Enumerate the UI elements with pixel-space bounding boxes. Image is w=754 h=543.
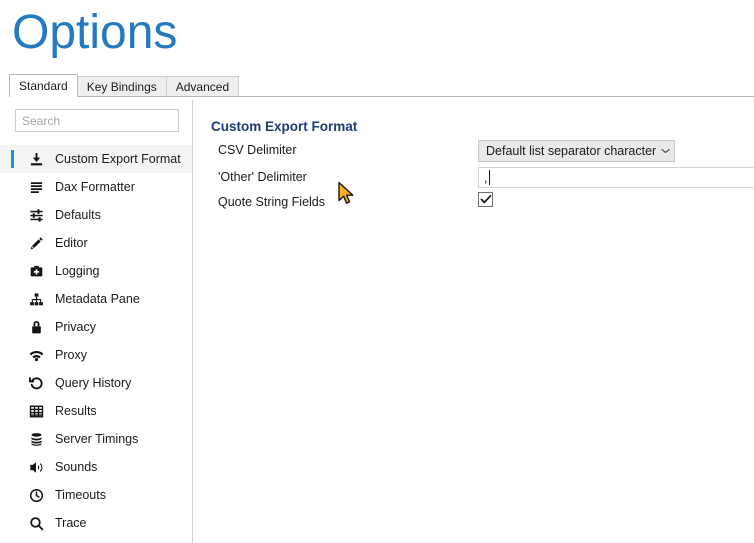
sidebar-item-label: Timeouts — [55, 488, 106, 502]
sidebar-nav-list: Custom Export Format Dax Formatter Defau… — [0, 145, 192, 537]
csv-delimiter-value: Default list separator character — [486, 144, 657, 158]
pencil-icon — [26, 234, 46, 252]
sidebar-item-defaults[interactable]: Defaults — [0, 201, 192, 229]
content-pane: Custom Export Format CSV Delimiter Defau… — [193, 97, 754, 543]
chevron-down-icon — [656, 148, 674, 154]
sidebar-item-label: Defaults — [55, 208, 101, 222]
tab-strip: Standard Key Bindings Advanced — [9, 74, 240, 97]
page-title: Options — [12, 6, 178, 59]
sidebar-item-label: Dax Formatter — [55, 180, 135, 194]
sidebar-item-trace[interactable]: Trace — [0, 509, 192, 537]
export-icon — [26, 150, 46, 168]
sidebar-item-custom-export-format[interactable]: Custom Export Format — [0, 145, 192, 173]
tab-advanced[interactable]: Advanced — [165, 76, 240, 97]
options-window: Options Standard Key Bindings Advanced C… — [0, 0, 754, 543]
magnifier-icon — [26, 514, 46, 532]
sidebar-item-label: Logging — [55, 264, 100, 278]
clock-icon — [26, 486, 46, 504]
csv-delimiter-combobox[interactable]: Default list separator character — [478, 140, 675, 162]
tab-active-underline-gap — [10, 96, 71, 97]
speaker-icon — [26, 458, 46, 476]
search-input[interactable] — [15, 109, 179, 132]
sidebar-item-label: Proxy — [55, 348, 87, 362]
sidebar-item-editor[interactable]: Editor — [0, 229, 192, 257]
other-delimiter-input[interactable] — [478, 167, 754, 188]
sidebar-item-results[interactable]: Results — [0, 397, 192, 425]
other-delimiter-label: 'Other' Delimiter — [218, 170, 307, 184]
sidebar-item-timeouts[interactable]: Timeouts — [0, 481, 192, 509]
sidebar-item-logging[interactable]: Logging — [0, 257, 192, 285]
csv-delimiter-label: CSV Delimiter — [218, 143, 297, 157]
text-caret — [489, 170, 490, 185]
row-other-delimiter: 'Other' Delimiter — [193, 167, 754, 191]
sidebar-item-label: Server Timings — [55, 432, 139, 446]
sidebar-item-privacy[interactable]: Privacy — [0, 313, 192, 341]
sidebar-item-query-history[interactable]: Query History — [0, 369, 192, 397]
sidebar-item-label: Trace — [55, 516, 87, 530]
sidebar-item-proxy[interactable]: Proxy — [0, 341, 192, 369]
sidebar-item-label: Editor — [55, 236, 88, 250]
sidebar-item-dax-formatter[interactable]: Dax Formatter — [0, 173, 192, 201]
row-quote-string-fields: Quote String Fields — [193, 192, 754, 216]
hierarchy-icon — [26, 290, 46, 308]
tab-standard[interactable]: Standard — [9, 74, 78, 97]
history-icon — [26, 374, 46, 392]
checkmark-icon — [480, 194, 492, 205]
sliders-icon — [26, 206, 46, 224]
lock-icon — [26, 318, 46, 336]
sidebar-item-label: Results — [55, 404, 97, 418]
sidebar-item-label: Privacy — [55, 320, 96, 334]
database-icon — [26, 430, 46, 448]
sidebar-item-sounds[interactable]: Sounds — [0, 453, 192, 481]
sidebar-item-label: Metadata Pane — [55, 292, 140, 306]
quote-string-fields-checkbox[interactable] — [478, 192, 493, 207]
wifi-icon — [26, 346, 46, 364]
sidebar-item-label: Query History — [55, 376, 132, 390]
medical-bag-icon — [26, 262, 46, 280]
tab-key-bindings[interactable]: Key Bindings — [76, 76, 167, 97]
sidebar-item-label: Custom Export Format — [55, 152, 181, 166]
sidebar-item-metadata-pane[interactable]: Metadata Pane — [0, 285, 192, 313]
row-csv-delimiter: CSV Delimiter Default list separator cha… — [193, 140, 754, 164]
selection-accent-bar — [11, 150, 14, 168]
grid-icon — [26, 402, 46, 420]
lines-icon — [26, 178, 46, 196]
sidebar-item-server-timings[interactable]: Server Timings — [0, 425, 192, 453]
section-title: Custom Export Format — [211, 119, 358, 134]
quote-string-fields-label: Quote String Fields — [218, 195, 325, 209]
sidebar-item-label: Sounds — [55, 460, 98, 474]
